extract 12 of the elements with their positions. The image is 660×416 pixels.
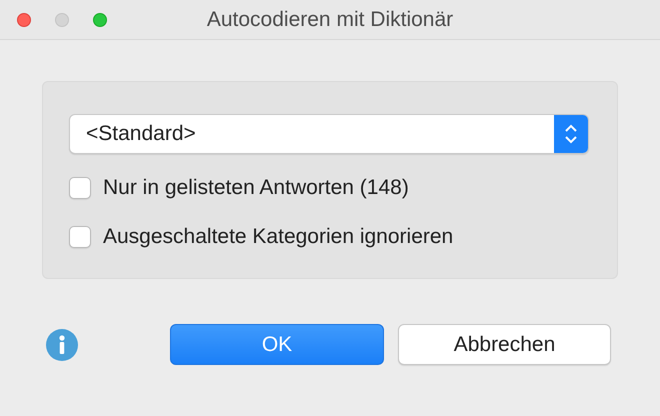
checkbox-label: Nur in gelisteten Antworten (148) — [103, 176, 409, 200]
zoom-button[interactable] — [93, 12, 107, 26]
window-title: Autocodieren mit Diktionär — [206, 8, 454, 30]
info-icon[interactable] — [46, 328, 78, 360]
checkbox-label: Ausgeschaltete Kategorien ignorieren — [103, 225, 454, 249]
close-button[interactable] — [17, 12, 31, 26]
checkbox[interactable] — [69, 226, 91, 248]
cancel-button[interactable]: Abbrechen — [398, 324, 611, 365]
minimize-button[interactable] — [55, 12, 69, 26]
stepper-icon — [554, 115, 588, 153]
checkbox[interactable] — [69, 177, 91, 199]
dictionary-popup[interactable]: <Standard> — [69, 114, 589, 154]
